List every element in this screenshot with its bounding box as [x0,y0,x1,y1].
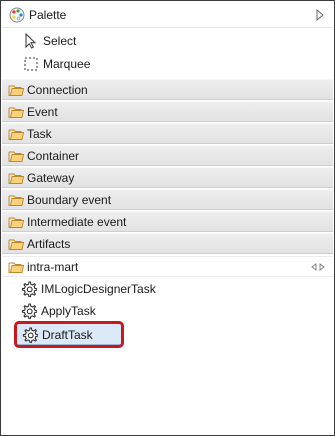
drawer-connection[interactable]: Connection [2,79,333,100]
drawer-label: intra-mart [27,260,79,274]
drawer-label: Task [27,127,52,141]
drawer-label: Connection [27,83,88,97]
drawer-boundary-event[interactable]: Boundary event [2,189,333,210]
palette-title: Palette [29,8,67,22]
palette-item-label: IMLogicDesignerTask [41,282,156,296]
folder-icon [8,195,24,206]
folder-icon [8,129,24,140]
folder-icon [8,239,24,250]
palette-item-label: ApplyTask [41,304,96,318]
folder-icon [8,217,24,228]
drawer-label: Boundary event [27,193,112,207]
folder-icon [8,107,24,118]
drawer-task[interactable]: Task [2,123,333,144]
drawer-label: Intermediate event [27,215,127,229]
highlight-ring [14,321,124,348]
folder-icon [8,173,24,184]
drawer-label: Gateway [27,171,75,185]
drawer-label: Container [27,149,80,163]
drawer-intermediate-event[interactable]: Intermediate event [2,211,333,232]
tool-select[interactable]: Select [2,30,333,52]
palette-item-imlogicdesignertask[interactable]: IMLogicDesignerTask [15,278,156,300]
palette-item-applytask[interactable]: ApplyTask [15,300,123,322]
palette-panel: Palette Select Marquee Connection Event … [0,0,335,436]
drawer-container[interactable]: Container [2,145,333,166]
gear-icon [21,281,37,297]
tool-marquee-label: Marquee [43,57,91,71]
drawer-intra-mart[interactable]: intra-mart [2,256,333,277]
palette-icon [9,7,25,23]
folder-icon [8,85,24,96]
collapse-arrow-icon[interactable] [315,8,325,22]
drawer-gateway[interactable]: Gateway [2,167,333,188]
arrow-pointer-icon [25,33,37,49]
palette-header: Palette [2,2,333,28]
tool-marquee[interactable]: Marquee [2,53,333,75]
drawer-event[interactable]: Event [2,101,333,122]
drawer-label: Event [27,105,58,119]
tool-select-label: Select [43,34,77,48]
marquee-icon [24,57,38,71]
folder-icon [8,151,24,162]
drawer-artifacts[interactable]: Artifacts [2,233,333,254]
pin-icon[interactable] [311,262,325,272]
open-folder-icon [8,262,24,273]
drawer-label: Artifacts [27,237,71,251]
gear-icon [21,303,37,319]
